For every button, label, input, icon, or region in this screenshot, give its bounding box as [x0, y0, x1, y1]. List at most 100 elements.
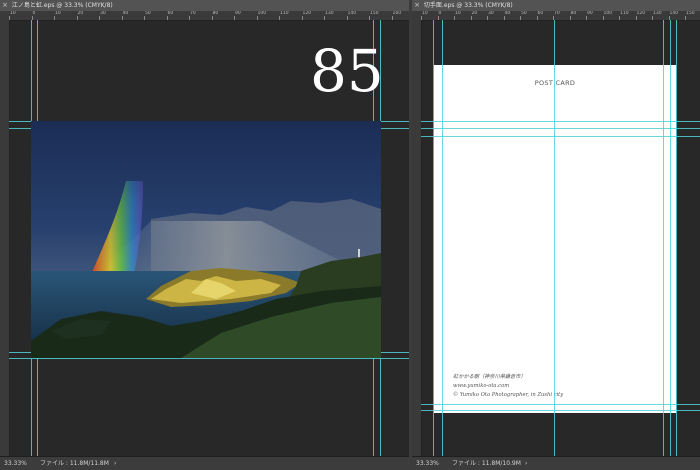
status-menu-arrow-icon[interactable]: › [114, 457, 116, 470]
ruler-tick-mark [652, 16, 653, 20]
status-bar-left: 33.33% ファイル : 11.8M/11.8M › [0, 456, 409, 470]
ruler-tick-label: 40 [122, 11, 129, 16]
ruler-tick-mark [211, 16, 213, 20]
ruler-tick-label: 140 [669, 11, 679, 16]
ruler-tick-mark [635, 16, 637, 20]
ruler-tick-mark [76, 16, 78, 20]
ruler-tick-mark [121, 16, 123, 20]
guide-vertical[interactable] [663, 20, 664, 457]
ruler-tick-mark [487, 16, 488, 20]
ruler-tick-label: 70 [554, 11, 560, 16]
ruler-tick-mark [391, 16, 393, 20]
vertical-ruler[interactable] [412, 20, 422, 457]
ruler-tick-label: 100 [603, 11, 613, 16]
guide-vertical[interactable] [670, 20, 671, 457]
ruler-tick-mark [324, 16, 325, 20]
ruler-tick-label: 20 [471, 11, 478, 16]
guide-vertical[interactable] [442, 20, 443, 457]
ruler-tick-mark [520, 16, 521, 20]
ruler-tick-mark [144, 16, 145, 20]
ruler-tick-label: 140 [347, 11, 357, 16]
rainbow-photo [31, 121, 381, 358]
ruler-tick-label: 40 [504, 11, 511, 16]
credit-copyright: © Yumiko Ota Photographer, in Zushi city [453, 392, 564, 398]
zoom-level[interactable]: 33.33% [4, 457, 27, 470]
ruler-tick-mark [256, 16, 258, 20]
ruler-tick-label: 0 [438, 11, 442, 16]
ruler-tick-label: 150 [370, 11, 379, 16]
ruler-tick-mark [54, 16, 55, 20]
file-info: ファイル : 11.8M/10.9M [452, 460, 521, 467]
status-bar-right: 33.33% ファイル : 11.8M/10.9M › [412, 456, 700, 470]
ruler-tick-label: 100 [257, 11, 267, 16]
document-tab-title: 切手面.eps @ 33.3% (CMYK/8) [423, 2, 513, 9]
ruler-tick-mark [166, 16, 168, 20]
ruler-tick-label: 110 [280, 11, 289, 16]
credit-website: www.yumiko-ota.com [453, 383, 510, 389]
ruler-tick-label: 90 [235, 11, 241, 16]
ruler-tick-label: 10 [455, 11, 461, 16]
guide-horizontal[interactable] [421, 121, 700, 122]
file-info: ファイル : 11.8M/11.8M [40, 460, 109, 467]
document-window-left[interactable]: × 江ノ島と虹.eps @ 33.3% (CMYK/8) 10 0 10 20 30 40… [0, 0, 409, 470]
ruler-tick-label: 20 [77, 11, 84, 16]
ruler-tick-label: 70 [190, 11, 196, 16]
ruler-tick-label: 10 [55, 11, 61, 16]
guide-vertical[interactable] [676, 20, 677, 457]
ruler-tick-mark [586, 16, 587, 20]
vertical-ruler[interactable] [0, 20, 10, 457]
horizontal-ruler[interactable]: 10 0 10 20 30 40 50 60 70 80 90 100 110 120 130 140 150 1… [9, 11, 409, 21]
guide-vertical[interactable] [554, 20, 555, 457]
ruler-tick-label: 30 [100, 11, 106, 16]
ruler-tick-mark [602, 16, 604, 20]
ruler-tick-label: 60 [167, 11, 174, 16]
guide-horizontal[interactable] [421, 136, 700, 137]
ruler-tick-mark [685, 16, 686, 20]
ruler-tick-label: 10 [422, 11, 428, 16]
document-window-right[interactable]: × 切手面.eps @ 33.3% (CMYK/8) 10 0 10 20 30 40 50… [412, 0, 700, 470]
postcard-title: POST CARD [534, 79, 576, 87]
ruler-tick-label: 60 [537, 11, 544, 16]
close-icon[interactable]: × [0, 0, 10, 11]
horizontal-ruler[interactable]: 10 0 10 20 30 40 50 60 70 80 90 100 110 120 130 140 150 [421, 11, 700, 21]
ruler-tick-mark [569, 16, 571, 20]
close-icon[interactable]: × [412, 0, 422, 11]
status-menu-arrow-icon[interactable]: › [525, 457, 527, 470]
ruler-tick-label: 130 [653, 11, 662, 16]
ruler-tick-mark [437, 16, 439, 20]
ruler-tick-mark [346, 16, 348, 20]
guide-horizontal[interactable] [421, 410, 700, 411]
ruler-tick-mark [454, 16, 455, 20]
ruler-tick-mark [189, 16, 190, 20]
ruler-tick-label: 10 [10, 11, 16, 16]
ruler-tick-mark [279, 16, 280, 20]
guide-horizontal[interactable] [9, 358, 409, 359]
guide-horizontal[interactable] [421, 404, 700, 405]
ruler-tick-label: 120 [636, 11, 646, 16]
ruler-tick-label: 50 [521, 11, 527, 16]
zoom-level[interactable]: 33.33% [416, 457, 439, 470]
ruler-tick-mark [99, 16, 100, 20]
page-number: 85 [310, 37, 384, 105]
ruler-tick-label: 120 [302, 11, 312, 16]
ruler-tick-label: 80 [570, 11, 577, 16]
guide-horizontal[interactable] [421, 128, 700, 129]
credit-caption: 虹かかる朝（神奈川県鎌倉市） [453, 374, 526, 380]
ruler-tick-mark [470, 16, 472, 20]
photo-credit: 虹かかる朝（神奈川県鎌倉市） www.yumiko-ota.com © Yumi… [453, 373, 563, 400]
postcard-page: POST CARD 虹かかる朝（神奈川県鎌倉市） www.yumiko-ota.… [434, 65, 676, 413]
ruler-tick-label: 80 [212, 11, 219, 16]
ruler-tick-mark [619, 16, 620, 20]
ruler-tick-mark [503, 16, 505, 20]
document-tab-title: 江ノ島と虹.eps @ 33.3% (CMYK/8) [11, 2, 113, 9]
ruler-tick-mark [234, 16, 235, 20]
ruler-tick-label: 130 [325, 11, 334, 16]
ruler-tick-label: 150 [686, 11, 695, 16]
ruler-tick-label: 90 [587, 11, 593, 16]
ruler-tick-label: 30 [488, 11, 494, 16]
guide-vertical[interactable] [433, 20, 434, 457]
ruler-tick-label: 0 [32, 11, 36, 16]
ruler-tick-mark [536, 16, 538, 20]
ruler-tick-mark [369, 16, 370, 20]
ruler-tick-label: 110 [620, 11, 629, 16]
